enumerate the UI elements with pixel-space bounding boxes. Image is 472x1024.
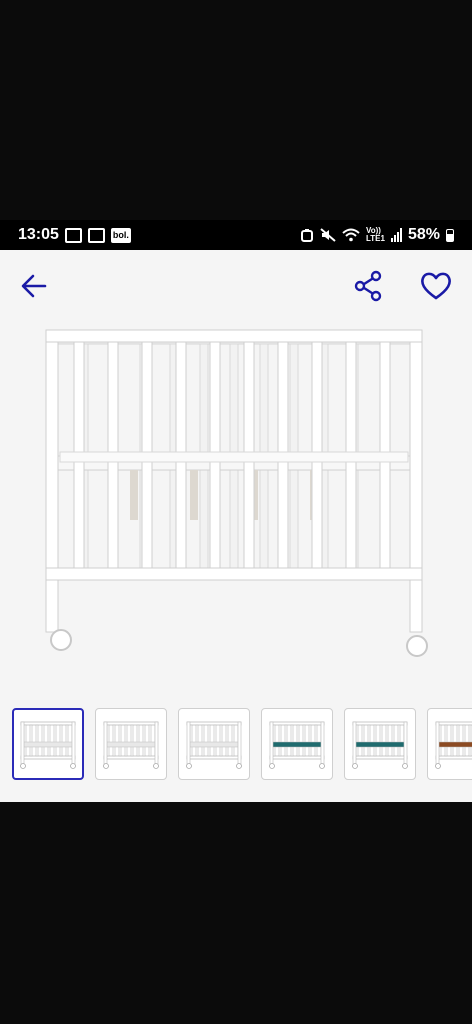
status-right: Vo)) LTE1 58%	[300, 226, 454, 244]
thumbnail-strip[interactable]	[12, 708, 472, 782]
product-thumbnail[interactable]	[12, 708, 84, 780]
share-icon	[354, 270, 382, 302]
image-notification-icon	[87, 227, 105, 243]
status-left: 13:05 bol.	[18, 226, 131, 244]
wifi-icon	[342, 228, 360, 242]
baby-crib-image	[45, 329, 428, 657]
alarm-icon	[301, 229, 313, 242]
mute-icon	[320, 228, 336, 242]
lte-label: LTE1	[366, 234, 385, 243]
arrow-left-icon	[21, 274, 47, 298]
share-button[interactable]	[348, 266, 388, 306]
crib-thumbnail-image	[20, 721, 76, 769]
battery-icon	[446, 228, 454, 242]
battery-percent: 58%	[407, 226, 440, 243]
product-thumbnail[interactable]	[427, 708, 472, 780]
bottom-background	[0, 802, 472, 1024]
product-gallery-panel	[0, 250, 472, 802]
crib-thumbnail-image	[186, 721, 242, 769]
volte-indicator: Vo)) LTE1	[366, 227, 385, 243]
crib-thumbnail-image	[269, 721, 325, 769]
heart-icon	[421, 272, 451, 300]
product-thumbnail[interactable]	[95, 708, 167, 780]
product-thumbnail[interactable]	[261, 708, 333, 780]
crib-thumbnail-image	[435, 721, 472, 769]
product-thumbnail[interactable]	[344, 708, 416, 780]
gallery-notification-icon	[64, 227, 82, 243]
signal-icon	[390, 228, 402, 242]
status-time: 13:05	[18, 226, 59, 243]
back-button[interactable]	[14, 266, 54, 306]
status-bar: 13:05 bol. Vo)) LTE1 58%	[0, 220, 472, 250]
favorite-button[interactable]	[416, 266, 456, 306]
product-thumbnail[interactable]	[178, 708, 250, 780]
bol-app-icon: bol.	[110, 227, 131, 243]
crib-thumbnail-image	[103, 721, 159, 769]
crib-thumbnail-image	[352, 721, 408, 769]
